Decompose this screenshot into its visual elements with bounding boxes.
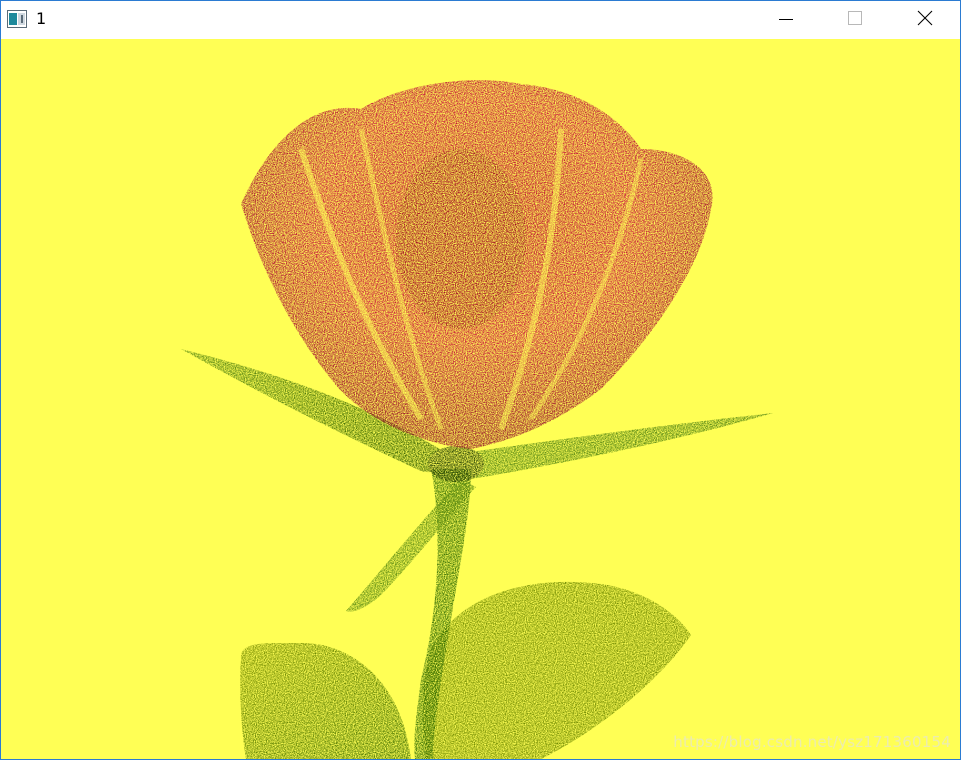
minimize-icon	[779, 11, 793, 30]
maximize-icon	[847, 10, 863, 30]
close-icon	[917, 10, 933, 30]
maximize-button[interactable]	[832, 1, 878, 39]
drawing-canvas[interactable]: https://blog.csdn.net/ysz171360154	[1, 39, 960, 759]
rose-drawing	[1, 39, 960, 759]
app-window: 1 https://blog.csdn.net/ysz171360154	[0, 0, 961, 760]
watermark-text: https://blog.csdn.net/ysz171360154	[673, 733, 951, 751]
close-button[interactable]	[902, 1, 948, 39]
minimize-button[interactable]	[763, 1, 809, 39]
window-title: 1	[36, 9, 47, 28]
window-app-icon[interactable]	[7, 10, 27, 28]
title-bar[interactable]: 1	[1, 1, 960, 39]
